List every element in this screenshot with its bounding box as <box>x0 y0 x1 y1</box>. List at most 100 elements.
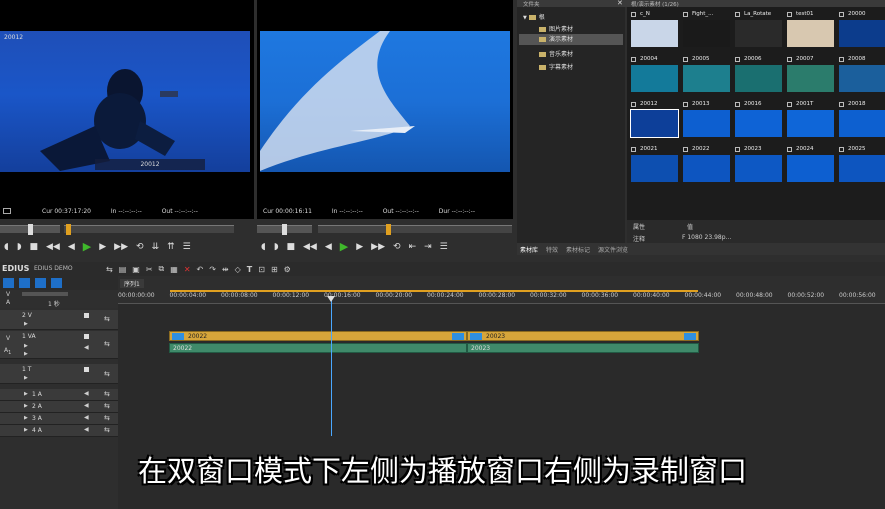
overwrite-icon[interactable]: ⇈ <box>167 242 175 252</box>
track-expand-icon[interactable]: ▶ <box>24 415 28 421</box>
recorder-shuttle[interactable] <box>257 224 312 235</box>
track-sync-icon[interactable]: ⇆ <box>104 426 110 434</box>
track-1a[interactable]: ▶ 1 A ◀ ⇆ <box>0 389 118 401</box>
clip-thumbnail[interactable]: 20008 <box>839 56 885 93</box>
timeline-ruler[interactable]: 00:00:00:00 00:00:04:00 00:00:08:00 00:00:1… <box>118 290 885 304</box>
thumbnail-checkbox[interactable] <box>631 57 636 62</box>
clip-thumbnail[interactable]: 20012 <box>630 101 679 138</box>
thumbnail-checkbox[interactable] <box>631 12 636 17</box>
rec-mark-in-icon[interactable]: ◖ <box>261 242 266 252</box>
rec-menu-icon[interactable]: ☰ <box>440 242 448 252</box>
track-sync-icon[interactable]: ⇆ <box>104 340 110 348</box>
playhead[interactable] <box>331 296 332 436</box>
tree-item-images[interactable]: 图片素材 <box>539 24 573 33</box>
tab-bin[interactable]: 素材库 <box>520 245 538 254</box>
clip-thumbnail[interactable]: 20004 <box>631 56 678 93</box>
track-visible-icon[interactable] <box>84 334 89 339</box>
fast-forward-icon[interactable]: ▶▶ <box>114 242 128 252</box>
marker-icon[interactable]: ◇ <box>235 265 241 274</box>
track-sync-icon[interactable]: ⇆ <box>104 315 110 323</box>
clip-thumbnail[interactable]: 20000 <box>839 11 885 48</box>
rec-loop-icon[interactable]: ⟲ <box>393 242 401 252</box>
rewind-icon[interactable]: ◀◀ <box>46 242 60 252</box>
track-2a[interactable]: ▶ 2 A ◀ ⇆ <box>0 401 118 413</box>
delete-icon[interactable]: ✕ <box>184 265 191 274</box>
thumbnail-checkbox[interactable] <box>735 12 740 17</box>
track-expand-icon[interactable]: ▶ <box>24 375 28 381</box>
track-4a[interactable]: ▶ 4 A ◀ ⇆ <box>0 425 118 437</box>
recorder-position-thumb[interactable] <box>386 224 391 235</box>
tree-root[interactable]: ▼ 根 <box>523 12 545 21</box>
clip-thumbnail[interactable]: 20025 <box>839 146 885 183</box>
rec-fast-forward-icon[interactable]: ▶▶ <box>371 242 385 252</box>
video-clip-20022[interactable]: 20022 <box>169 331 467 341</box>
thumbnail-checkbox[interactable] <box>787 147 792 152</box>
stop-icon[interactable]: ■ <box>30 242 39 252</box>
audio-clip-20022[interactable]: 20022 <box>169 343 467 353</box>
title-icon[interactable]: T <box>247 265 252 274</box>
undo-icon[interactable]: ↶ <box>197 265 204 274</box>
track-3a[interactable]: ▶ 3 A ◀ ⇆ <box>0 413 118 425</box>
export-icon[interactable]: ⊡ <box>258 265 265 274</box>
open-icon[interactable]: ▤ <box>119 265 127 274</box>
playhead-handle[interactable] <box>327 296 335 302</box>
paste-icon[interactable]: ▦ <box>170 265 178 274</box>
tree-item-music[interactable]: 音乐素材 <box>539 49 573 58</box>
clip-thumbnail[interactable]: 20023 <box>735 146 782 183</box>
loop-icon[interactable]: ⟲ <box>136 242 144 252</box>
speaker-icon[interactable]: ◀ <box>84 390 89 397</box>
player-menu-icon[interactable]: ☰ <box>183 242 191 252</box>
track-expand-icon[interactable]: ▶ <box>24 343 28 349</box>
step-forward-icon[interactable]: ▶ <box>99 242 106 252</box>
thumbnail-checkbox[interactable] <box>631 102 636 107</box>
track-1va[interactable]: V A1 1 VA ▶ ▶ ◀ ⇆ <box>0 331 118 359</box>
recorder-position-slider[interactable] <box>318 224 512 235</box>
audio-clip-20023[interactable]: 20023 <box>467 343 699 353</box>
tree-item-demo[interactable]: 演示素材 <box>519 34 623 45</box>
track-expand-icon[interactable]: ▶ <box>24 321 28 327</box>
thumbnail-checkbox[interactable] <box>787 12 792 17</box>
speaker-icon[interactable]: ◀ <box>84 344 89 351</box>
render-icon[interactable]: ⊞ <box>271 265 278 274</box>
track-sync-icon[interactable]: ⇆ <box>104 370 110 378</box>
track-visible-icon[interactable] <box>84 367 89 372</box>
redo-icon[interactable]: ↷ <box>209 265 216 274</box>
thumbnail-checkbox[interactable] <box>839 102 844 107</box>
snap-icon[interactable] <box>3 278 14 288</box>
speaker-icon[interactable]: ◀ <box>84 414 89 421</box>
cut-icon[interactable]: ✂ <box>146 265 153 274</box>
speaker-icon[interactable]: ◀ <box>84 402 89 409</box>
thumbnail-checkbox[interactable] <box>683 12 688 17</box>
rec-next-edit-icon[interactable]: ⇥ <box>424 242 432 252</box>
video-clip-20023[interactable]: 20023 <box>467 331 699 341</box>
track-expand-icon[interactable]: ▶ <box>24 351 28 357</box>
track-visible-icon[interactable] <box>84 313 89 318</box>
rec-stop-icon[interactable]: ■ <box>287 242 296 252</box>
mark-out-icon[interactable]: ◗ <box>17 242 22 252</box>
clip-thumbnail[interactable]: 20022 <box>683 146 730 183</box>
settings-icon[interactable]: ⚙ <box>284 265 291 274</box>
thumbnail-checkbox[interactable] <box>787 57 792 62</box>
rec-step-forward-icon[interactable]: ▶ <box>356 242 363 252</box>
rec-rewind-icon[interactable]: ◀◀ <box>303 242 317 252</box>
clip-thumbnail[interactable]: 20013 <box>683 101 730 138</box>
thumbnail-checkbox[interactable] <box>683 57 688 62</box>
save-icon[interactable]: ▣ <box>132 265 140 274</box>
track-2v[interactable]: 2 V ▶ ⇆ <box>0 310 118 330</box>
player-shuttle[interactable] <box>0 224 60 235</box>
clip-thumbnail[interactable]: 20007 <box>787 56 834 93</box>
ripple-icon[interactable]: ⇹ <box>222 265 229 274</box>
speaker-icon[interactable]: ◀ <box>84 426 89 433</box>
recorder-window[interactable]: Cur 00:00:16:11 In --:--:--:-- Out --:--… <box>257 0 513 219</box>
clip-thumbnail[interactable]: 20018 <box>839 101 885 138</box>
rec-play-icon[interactable]: ▶ <box>340 241 348 252</box>
insert-icon[interactable]: ⇊ <box>152 242 160 252</box>
sync-icon[interactable] <box>51 278 62 288</box>
clip-thumbnail[interactable]: 2001T <box>787 101 834 138</box>
sequence-tab[interactable]: 序列1 <box>120 279 144 288</box>
track-sync-icon[interactable]: ⇆ <box>104 390 110 398</box>
clip-thumbnail[interactable]: 20006 <box>735 56 782 93</box>
thumbnail-checkbox[interactable] <box>839 147 844 152</box>
tab-source-browser[interactable]: 源文件浏览 <box>598 245 628 254</box>
track-sync-icon[interactable]: ⇆ <box>104 414 110 422</box>
